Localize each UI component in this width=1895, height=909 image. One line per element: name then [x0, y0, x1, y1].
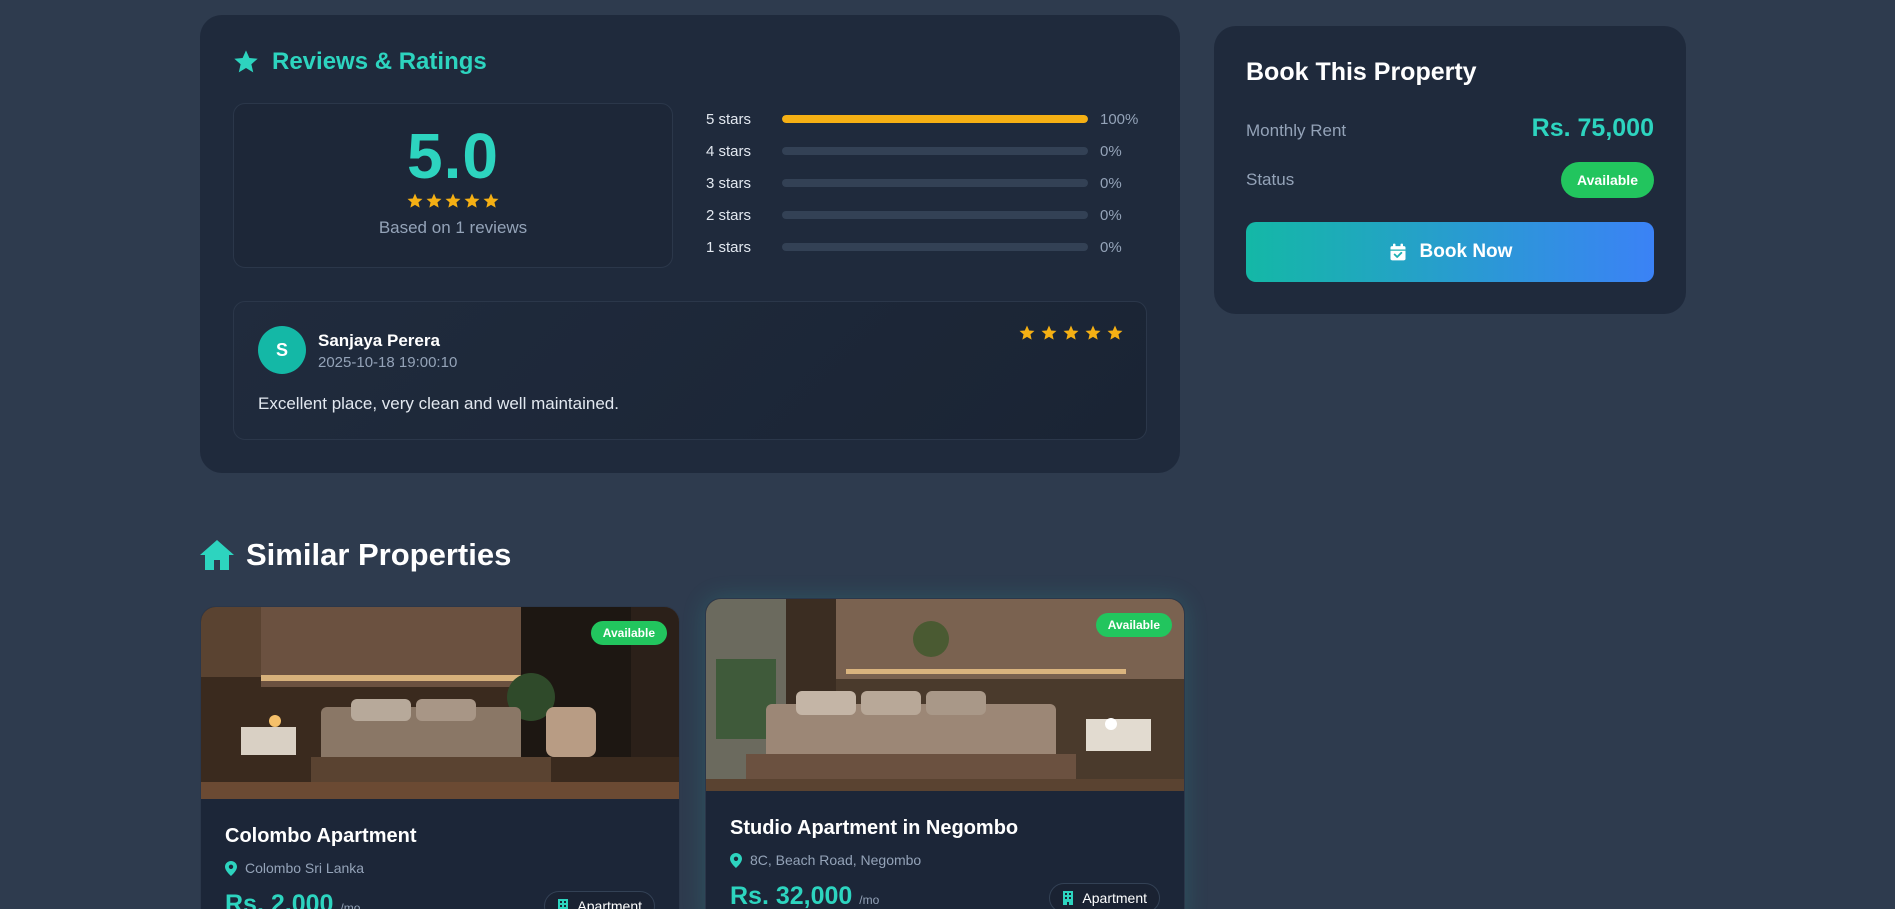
- star-icon: [234, 50, 258, 73]
- property-type-badge: Apartment: [1049, 883, 1160, 909]
- map-pin-icon: [225, 860, 237, 876]
- star-icon: [1063, 325, 1079, 340]
- review-count: Based on 1 reviews: [378, 218, 528, 237]
- review-card: S Sanjaya Perera 2025-10-18 19:00:10 Exc…: [233, 301, 1147, 440]
- status-label: Status: [1246, 170, 1295, 189]
- average-rating: 5.0: [407, 120, 499, 192]
- rating-row-percent: 0%: [1100, 174, 1122, 192]
- availability-badge: Available: [1095, 613, 1172, 637]
- building-icon: [1063, 891, 1074, 905]
- reviews-heading: Reviews & Ratings: [232, 48, 487, 76]
- status-badge: Available: [1561, 162, 1654, 198]
- rating-row-4: 4 stars 0%: [706, 135, 1146, 167]
- property-type: Apartment: [1082, 890, 1147, 906]
- map-pin-icon: [730, 852, 742, 868]
- property-type-badge: Apartment: [544, 891, 655, 909]
- review-text: Excellent place, very clean and well mai…: [258, 394, 619, 413]
- rating-row-label: 5 stars: [706, 110, 752, 128]
- property-location: Colombo Sri Lanka: [225, 860, 364, 876]
- home-icon: [200, 540, 234, 570]
- book-now-label: Book Now: [1419, 241, 1513, 262]
- booking-title: Book This Property: [1246, 58, 1477, 86]
- price-period: /mo: [340, 901, 361, 909]
- rating-row-label: 3 stars: [706, 174, 752, 192]
- property-location: 8C, Beach Road, Negombo: [730, 852, 921, 868]
- property-name[interactable]: Colombo Apartment: [225, 825, 416, 848]
- location-text: Colombo Sri Lanka: [245, 860, 365, 876]
- rent-value: Rs. 75,000: [1531, 114, 1654, 142]
- reviewer-name: Sanjaya Perera: [318, 331, 440, 350]
- calendar-check-icon: [1390, 243, 1406, 261]
- rating-row-2: 2 stars 0%: [706, 199, 1146, 231]
- average-score-box: 5.0 Based on 1 reviews: [233, 103, 673, 268]
- rating-row-3: 3 stars 0%: [706, 167, 1146, 199]
- building-icon: [558, 899, 569, 909]
- rating-bar-track: [782, 147, 1088, 155]
- star-icon: [426, 193, 442, 208]
- review-date: 2025-10-18 19:00:10: [318, 354, 458, 371]
- avatar: S: [258, 326, 306, 374]
- star-icon: [1019, 325, 1035, 340]
- rating-row-label: 2 stars: [706, 206, 752, 224]
- star-icon: [1107, 325, 1123, 340]
- rating-distribution: 5 stars 100% 4 stars 0% 3 stars 0% 2 sta…: [706, 103, 1146, 263]
- rating-row-label: 4 stars: [706, 142, 752, 160]
- rating-row-5: 5 stars 100%: [706, 103, 1146, 135]
- rent-label: Monthly Rent: [1246, 121, 1347, 140]
- rating-row-percent: 100%: [1100, 110, 1139, 128]
- similar-properties-title: Similar Properties: [246, 537, 512, 572]
- property-type: Apartment: [577, 898, 642, 909]
- property-price: Rs. 32,000 /mo: [730, 882, 879, 909]
- rating-row-percent: 0%: [1100, 142, 1122, 160]
- rating-bar-track: [782, 211, 1088, 219]
- availability-badge: Available: [590, 621, 667, 645]
- location-text: 8C, Beach Road, Negombo: [750, 852, 922, 868]
- star-icon: [1085, 325, 1101, 340]
- rating-bar-track: [782, 243, 1088, 251]
- rating-row-percent: 0%: [1100, 206, 1122, 224]
- review-stars: [1018, 324, 1124, 342]
- rating-bar-track: [782, 115, 1088, 123]
- book-now-button[interactable]: Book Now: [1246, 222, 1654, 282]
- rating-bar-fill: [782, 115, 1088, 123]
- reviews-panel: Reviews & Ratings 5.0 Based on 1 reviews…: [200, 15, 1180, 473]
- star-icon: [445, 193, 461, 208]
- average-stars: [234, 192, 672, 210]
- price-value: Rs. 32,000: [730, 882, 853, 909]
- rating-row-percent: 0%: [1100, 238, 1122, 256]
- property-price: Rs. 2,000 /mo: [225, 890, 360, 909]
- rating-row-1: 1 stars 0%: [706, 231, 1146, 263]
- star-icon: [407, 193, 423, 208]
- property-card[interactable]: Available Colombo Apartment Colombo Sri …: [200, 606, 680, 909]
- star-icon: [1041, 325, 1057, 340]
- property-name[interactable]: Studio Apartment in Negombo: [730, 817, 1018, 840]
- reviews-title: Reviews & Ratings: [272, 48, 487, 75]
- similar-properties-heading: Similar Properties: [198, 537, 511, 573]
- price-period: /mo: [859, 893, 880, 907]
- rating-row-label: 1 stars: [706, 238, 752, 256]
- property-card[interactable]: Available Studio Apartment in Negombo 8C…: [705, 598, 1185, 909]
- rating-bar-track: [782, 179, 1088, 187]
- star-icon: [464, 193, 480, 208]
- price-value: Rs. 2,000: [225, 890, 334, 909]
- booking-panel: Book This Property Monthly Rent Rs. 75,0…: [1214, 26, 1686, 314]
- star-icon: [483, 193, 499, 208]
